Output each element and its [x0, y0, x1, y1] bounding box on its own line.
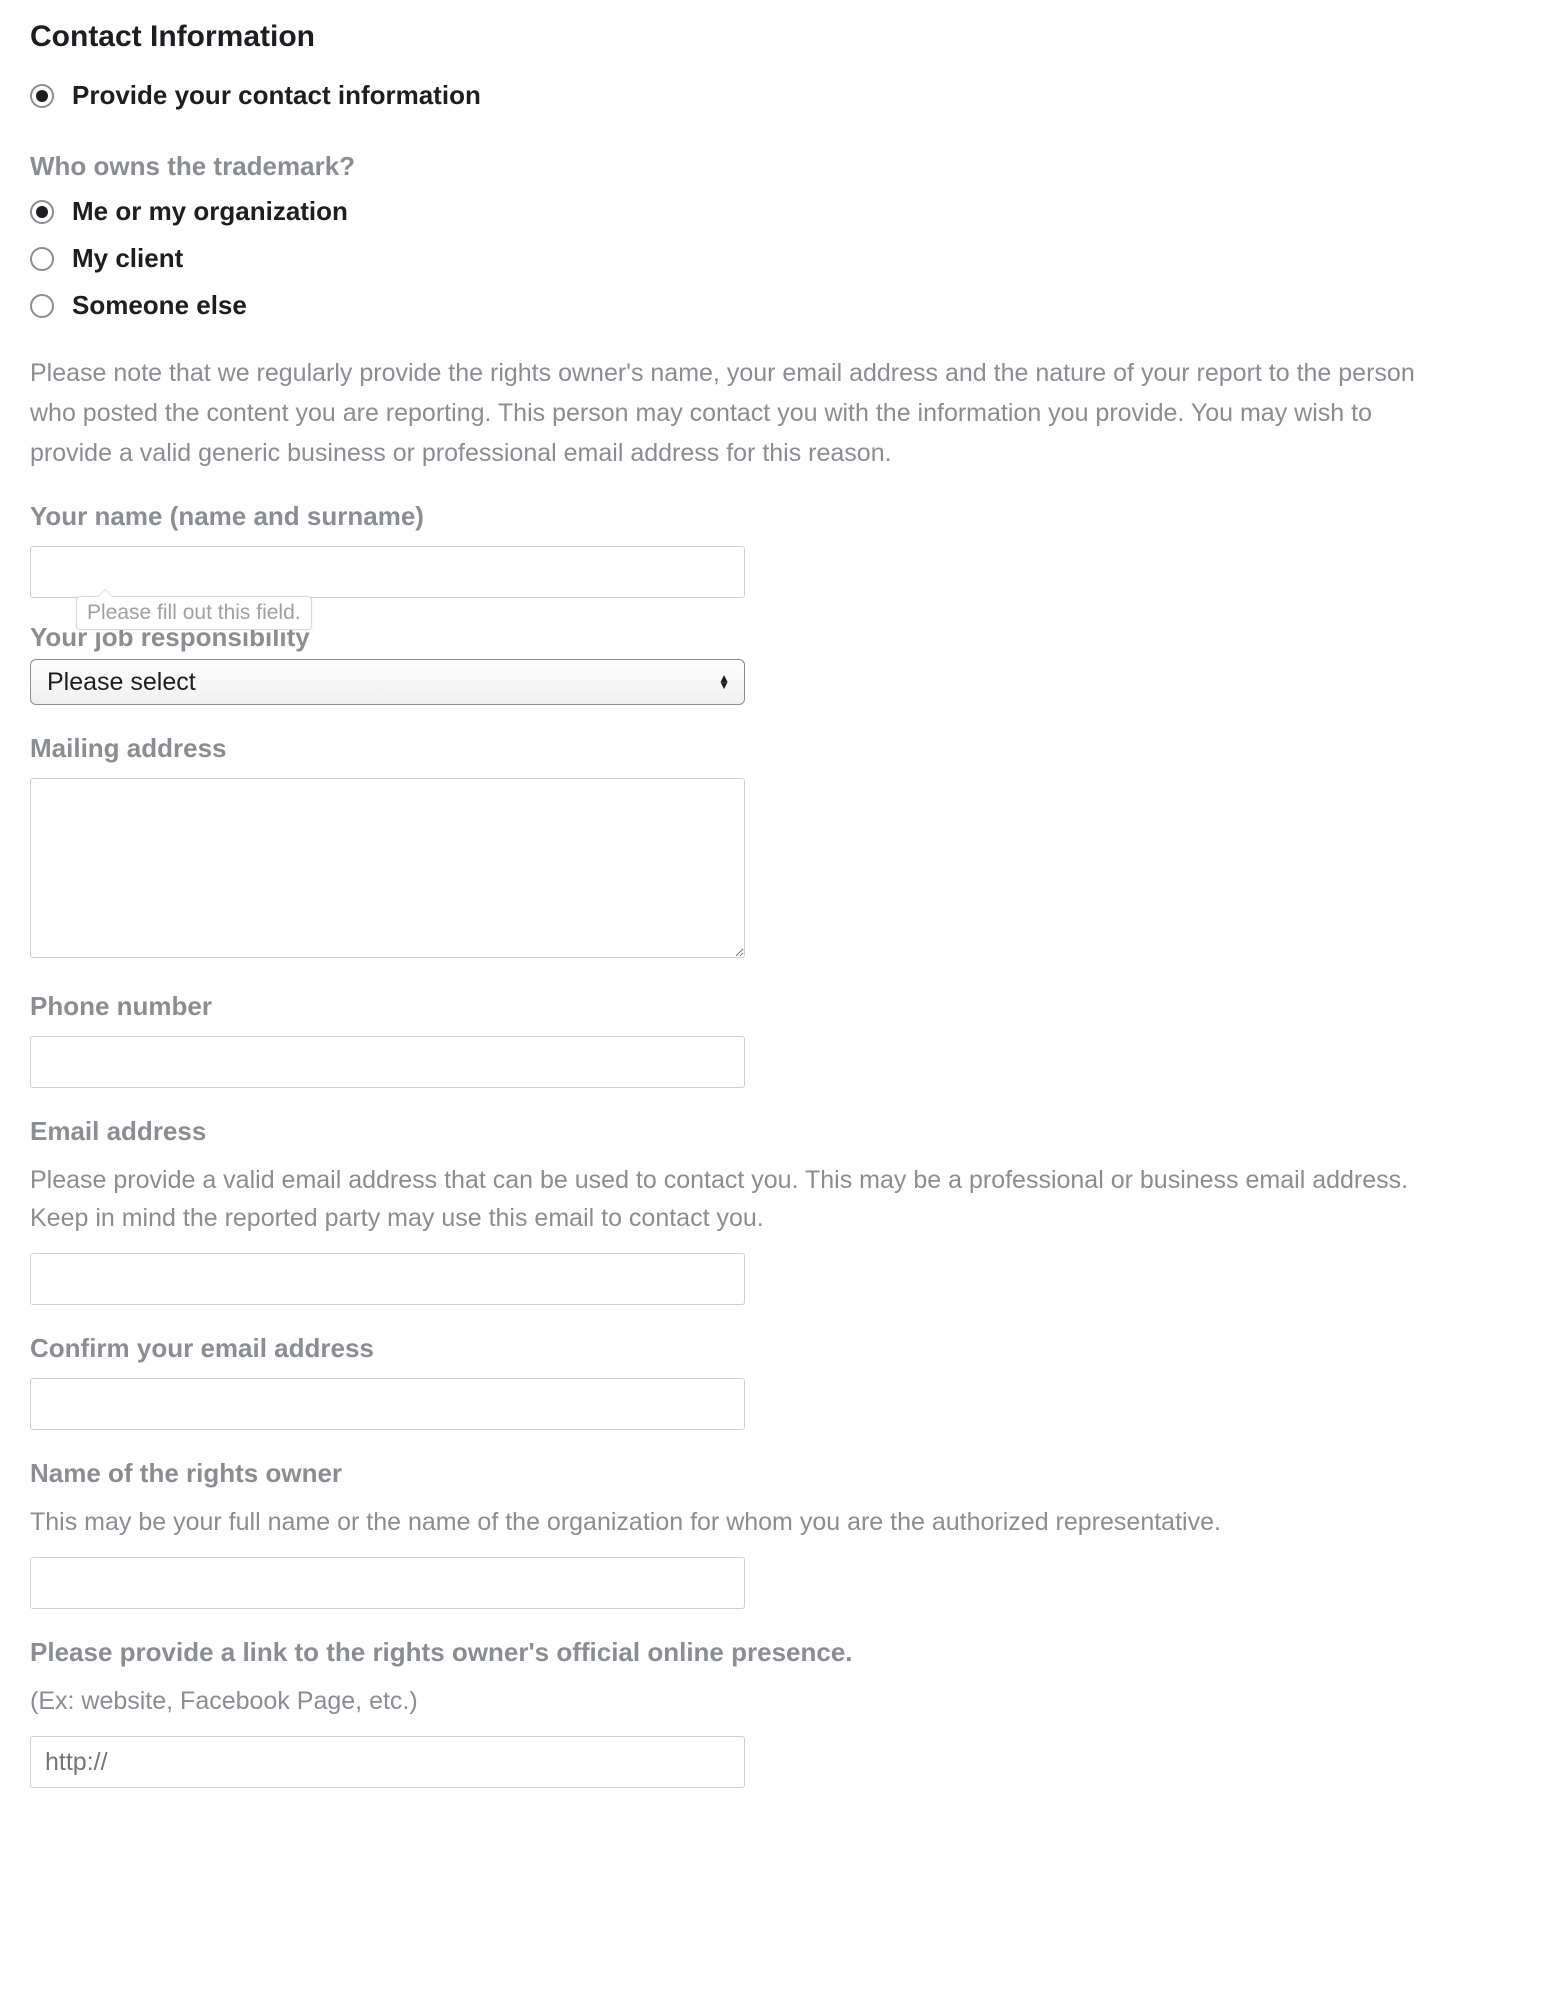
radio-provide-contact[interactable]: Provide your contact information [30, 80, 1520, 111]
link-input[interactable] [30, 1736, 745, 1788]
email-label: Email address [30, 1116, 1520, 1147]
radio-owner-client[interactable]: My client [30, 243, 1520, 274]
job-select[interactable]: Please select ▲▼ [30, 659, 745, 705]
email-input[interactable] [30, 1253, 745, 1305]
owner-question-label: Who owns the trademark? [30, 151, 1520, 182]
validation-tooltip: Please fill out this field. [76, 596, 312, 630]
radio-icon [30, 84, 54, 108]
rights-owner-helper: This may be your full name or the name o… [30, 1503, 1450, 1541]
radio-owner-me[interactable]: Me or my organization [30, 196, 1520, 227]
rights-owner-label: Name of the rights owner [30, 1458, 1520, 1489]
confirm-email-label: Confirm your email address [30, 1333, 1520, 1364]
radio-label: Me or my organization [72, 196, 348, 227]
radio-label: My client [72, 243, 183, 274]
disclosure-text: Please note that we regularly provide th… [30, 353, 1450, 473]
mailing-address-input[interactable] [30, 778, 745, 958]
radio-icon [30, 200, 54, 224]
section-heading: Contact Information [30, 20, 1520, 54]
name-input[interactable] [30, 546, 745, 598]
mailing-label: Mailing address [30, 733, 1520, 764]
confirm-email-input[interactable] [30, 1378, 745, 1430]
radio-icon [30, 294, 54, 318]
phone-input[interactable] [30, 1036, 745, 1088]
radio-label: Someone else [72, 290, 247, 321]
select-value: Please select [47, 668, 196, 697]
select-arrows-icon: ▲▼ [718, 675, 730, 689]
rights-owner-input[interactable] [30, 1557, 745, 1609]
radio-icon [30, 247, 54, 271]
link-label: Please provide a link to the rights owne… [30, 1637, 1520, 1668]
name-label: Your name (name and surname) [30, 501, 1520, 532]
email-helper: Please provide a valid email address tha… [30, 1161, 1450, 1237]
phone-label: Phone number [30, 991, 1520, 1022]
link-helper: (Ex: website, Facebook Page, etc.) [30, 1682, 1450, 1720]
radio-label: Provide your contact information [72, 80, 481, 111]
radio-owner-other[interactable]: Someone else [30, 290, 1520, 321]
